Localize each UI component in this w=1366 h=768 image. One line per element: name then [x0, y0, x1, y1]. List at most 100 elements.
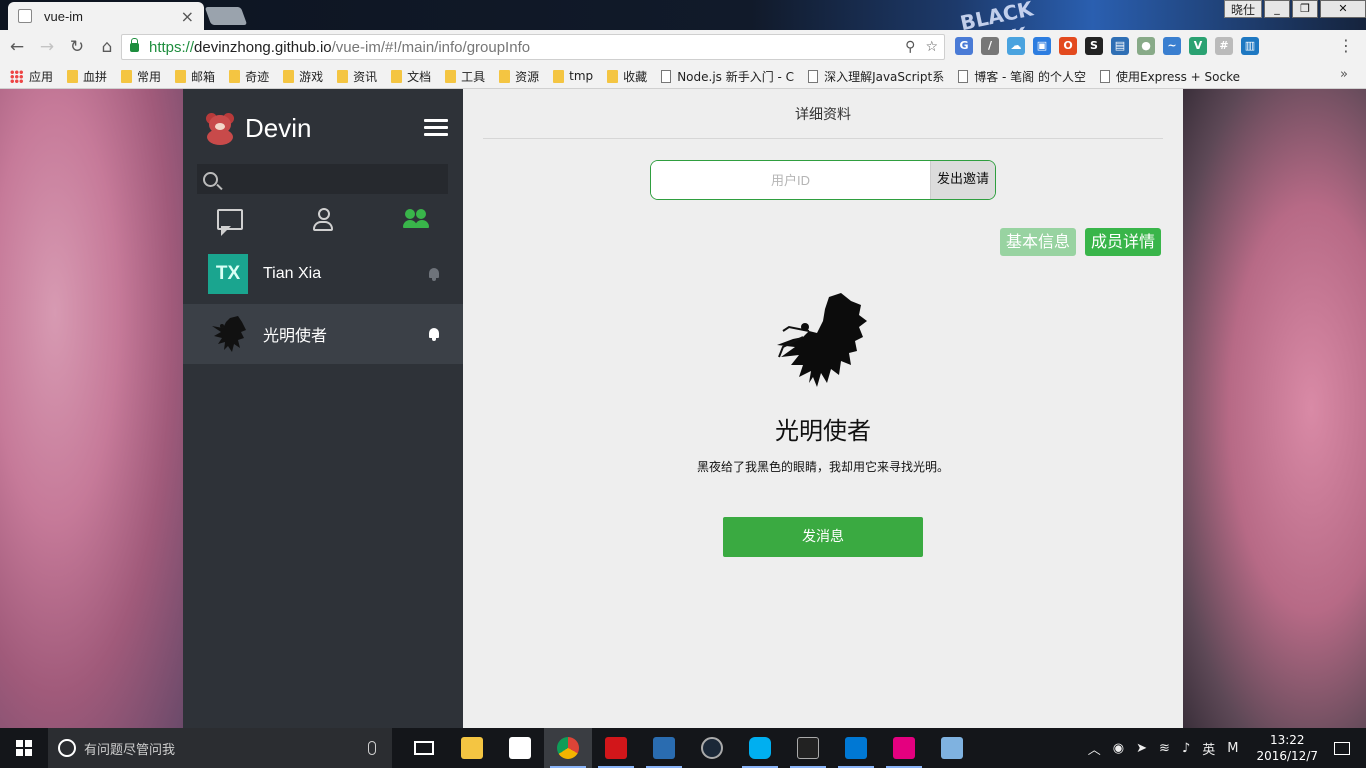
cortana-icon	[58, 739, 76, 757]
pen-extension-icon[interactable]: /	[981, 37, 999, 55]
start-button[interactable]	[0, 728, 48, 768]
bookmark-page[interactable]: 博客 - 笔阁 的个人空	[958, 68, 1086, 85]
vue-extension-icon[interactable]: V	[1189, 37, 1207, 55]
bookmark-folder[interactable]: 工具	[445, 68, 485, 85]
powershell-button[interactable]	[640, 728, 688, 768]
bookmark-folder[interactable]: 游戏	[283, 68, 323, 85]
bookmark-folder[interactable]: 文档	[391, 68, 431, 85]
bookmark-label: 血拼	[83, 69, 108, 84]
tray-chevron-icon[interactable]: ︿	[1088, 739, 1101, 758]
office-extension-icon[interactable]: O	[1059, 37, 1077, 55]
chrome-button[interactable]	[544, 728, 592, 768]
close-tab-icon[interactable]: ×	[181, 7, 194, 26]
steam-tray-icon[interactable]: ◉	[1113, 741, 1124, 756]
folder-icon	[121, 69, 133, 83]
send-tray-icon[interactable]: ➤	[1136, 741, 1147, 756]
notification-center-icon[interactable]	[1334, 741, 1350, 755]
minimize-button[interactable]: _	[1264, 0, 1290, 18]
tab-contacts[interactable]	[276, 201, 369, 237]
contact-item-active[interactable]: 光明使者	[183, 304, 463, 364]
circle-extension-icon[interactable]: ●	[1137, 37, 1155, 55]
bookmarks-bar: 应用 血拼 常用 邮箱 奇迹 游戏 资讯 文档 工具 资源 tmp 收藏 Nod…	[0, 64, 1366, 89]
browser-menu-icon[interactable]: ⋮	[1338, 36, 1354, 55]
network-icon[interactable]: ≋	[1159, 741, 1170, 756]
search-icon	[203, 171, 218, 187]
window-controls: _ ❐ ✕	[1262, 0, 1366, 18]
bookmark-star-icon[interactable]: ☆	[925, 39, 938, 55]
bookmark-label: 深入理解JavaScript系	[824, 69, 945, 84]
more-bookmarks-button[interactable]: »	[1340, 67, 1348, 82]
vscode-icon	[845, 737, 867, 759]
back-button[interactable]: ←	[4, 34, 30, 60]
steam-button[interactable]	[688, 728, 736, 768]
terminal-button[interactable]	[784, 728, 832, 768]
trello-extension-icon[interactable]: ▥	[1241, 37, 1259, 55]
store-button[interactable]	[496, 728, 544, 768]
feather-extension-icon[interactable]: ~	[1163, 37, 1181, 55]
forward-button[interactable]: →	[34, 34, 60, 60]
tab-member-details[interactable]: 成员详情	[1084, 228, 1161, 256]
bell-icon[interactable]	[428, 267, 440, 281]
tab-groups[interactable]	[370, 201, 463, 237]
netease-music-button[interactable]	[592, 728, 640, 768]
new-tab-button[interactable]	[204, 7, 248, 25]
powershell-icon	[653, 737, 675, 759]
user-id-input[interactable]	[651, 161, 930, 199]
bookmark-folder[interactable]: 奇迹	[229, 68, 269, 85]
clock[interactable]: 13:22 2016/12/7	[1256, 732, 1318, 764]
cloud-extension-icon[interactable]: ☁	[1007, 37, 1025, 55]
vscode-button[interactable]	[832, 728, 880, 768]
microphone-icon[interactable]	[368, 741, 376, 755]
tab-basic-info[interactable]: 基本信息	[999, 228, 1076, 256]
reload-button[interactable]: ↻	[64, 34, 90, 60]
wallpaper-right	[1183, 89, 1366, 728]
ime-mode[interactable]: M	[1227, 741, 1238, 756]
contact-item[interactable]: TX Tian Xia	[183, 244, 463, 304]
input-language[interactable]: 英	[1202, 739, 1215, 758]
bookmark-page[interactable]: 使用Express + Socke	[1100, 68, 1240, 85]
restore-button[interactable]: ❐	[1292, 0, 1318, 18]
person-icon	[312, 208, 333, 231]
profile-button[interactable]: 晓仕	[1224, 0, 1262, 18]
menu-icon[interactable]	[424, 119, 448, 137]
bookmark-folder[interactable]: tmp	[553, 69, 593, 83]
grid-extension-icon[interactable]: #	[1215, 37, 1233, 55]
bookmark-page[interactable]: 深入理解JavaScript系	[808, 68, 944, 85]
folder-icon	[499, 69, 511, 83]
send-message-button[interactable]: 发消息	[723, 517, 923, 557]
search-box[interactable]	[197, 164, 448, 194]
home-button[interactable]: ⌂	[94, 34, 120, 60]
bell-icon[interactable]	[428, 327, 440, 341]
tab-chats[interactable]	[183, 201, 276, 237]
bookmark-apps[interactable]: 应用	[10, 68, 53, 85]
close-window-button[interactable]: ✕	[1320, 0, 1366, 18]
qq-button[interactable]	[880, 728, 928, 768]
s-extension-icon[interactable]: S	[1085, 37, 1103, 55]
panel-extension-icon[interactable]: ▤	[1111, 37, 1129, 55]
tab-title: vue-im	[44, 8, 84, 24]
send-invite-button[interactable]: 发出邀请	[930, 161, 995, 199]
bookmark-folder[interactable]: 邮箱	[175, 68, 215, 85]
file-explorer-button[interactable]	[448, 728, 496, 768]
bookmark-folder[interactable]: 收藏	[607, 68, 647, 85]
card-extension-icon[interactable]: ▣	[1033, 37, 1051, 55]
extensions: G / ☁ ▣ O S ▤ ● ~ V # ▥	[955, 37, 1259, 55]
address-bar[interactable]: https://devinzhong.github.io/vue-im/#!/m…	[121, 34, 945, 60]
browser-tab[interactable]: vue-im ×	[8, 2, 204, 30]
translate-extension-icon[interactable]: G	[955, 37, 973, 55]
cortana-search[interactable]: 有问题尽管问我	[48, 728, 392, 768]
pin-icon[interactable]: ⚲	[905, 39, 915, 55]
notes-button[interactable]	[928, 728, 976, 768]
bookmark-folder[interactable]: 资讯	[337, 68, 377, 85]
skype-button[interactable]	[736, 728, 784, 768]
bookmark-folder[interactable]: 血拼	[67, 68, 107, 85]
bookmark-page[interactable]: Node.js 新手入门 - C	[661, 68, 794, 85]
url-text[interactable]: https://devinzhong.github.io/vue-im/#!/m…	[149, 39, 905, 56]
task-view-button[interactable]	[400, 728, 448, 768]
search-input[interactable]	[230, 171, 430, 187]
windows-logo-icon	[16, 740, 32, 756]
volume-icon[interactable]: ♪	[1182, 741, 1190, 756]
bookmark-folder[interactable]: 常用	[121, 68, 161, 85]
bookmark-folder[interactable]: 资源	[499, 68, 539, 85]
url-path: /vue-im/#!/main/info/groupInfo	[331, 38, 531, 56]
